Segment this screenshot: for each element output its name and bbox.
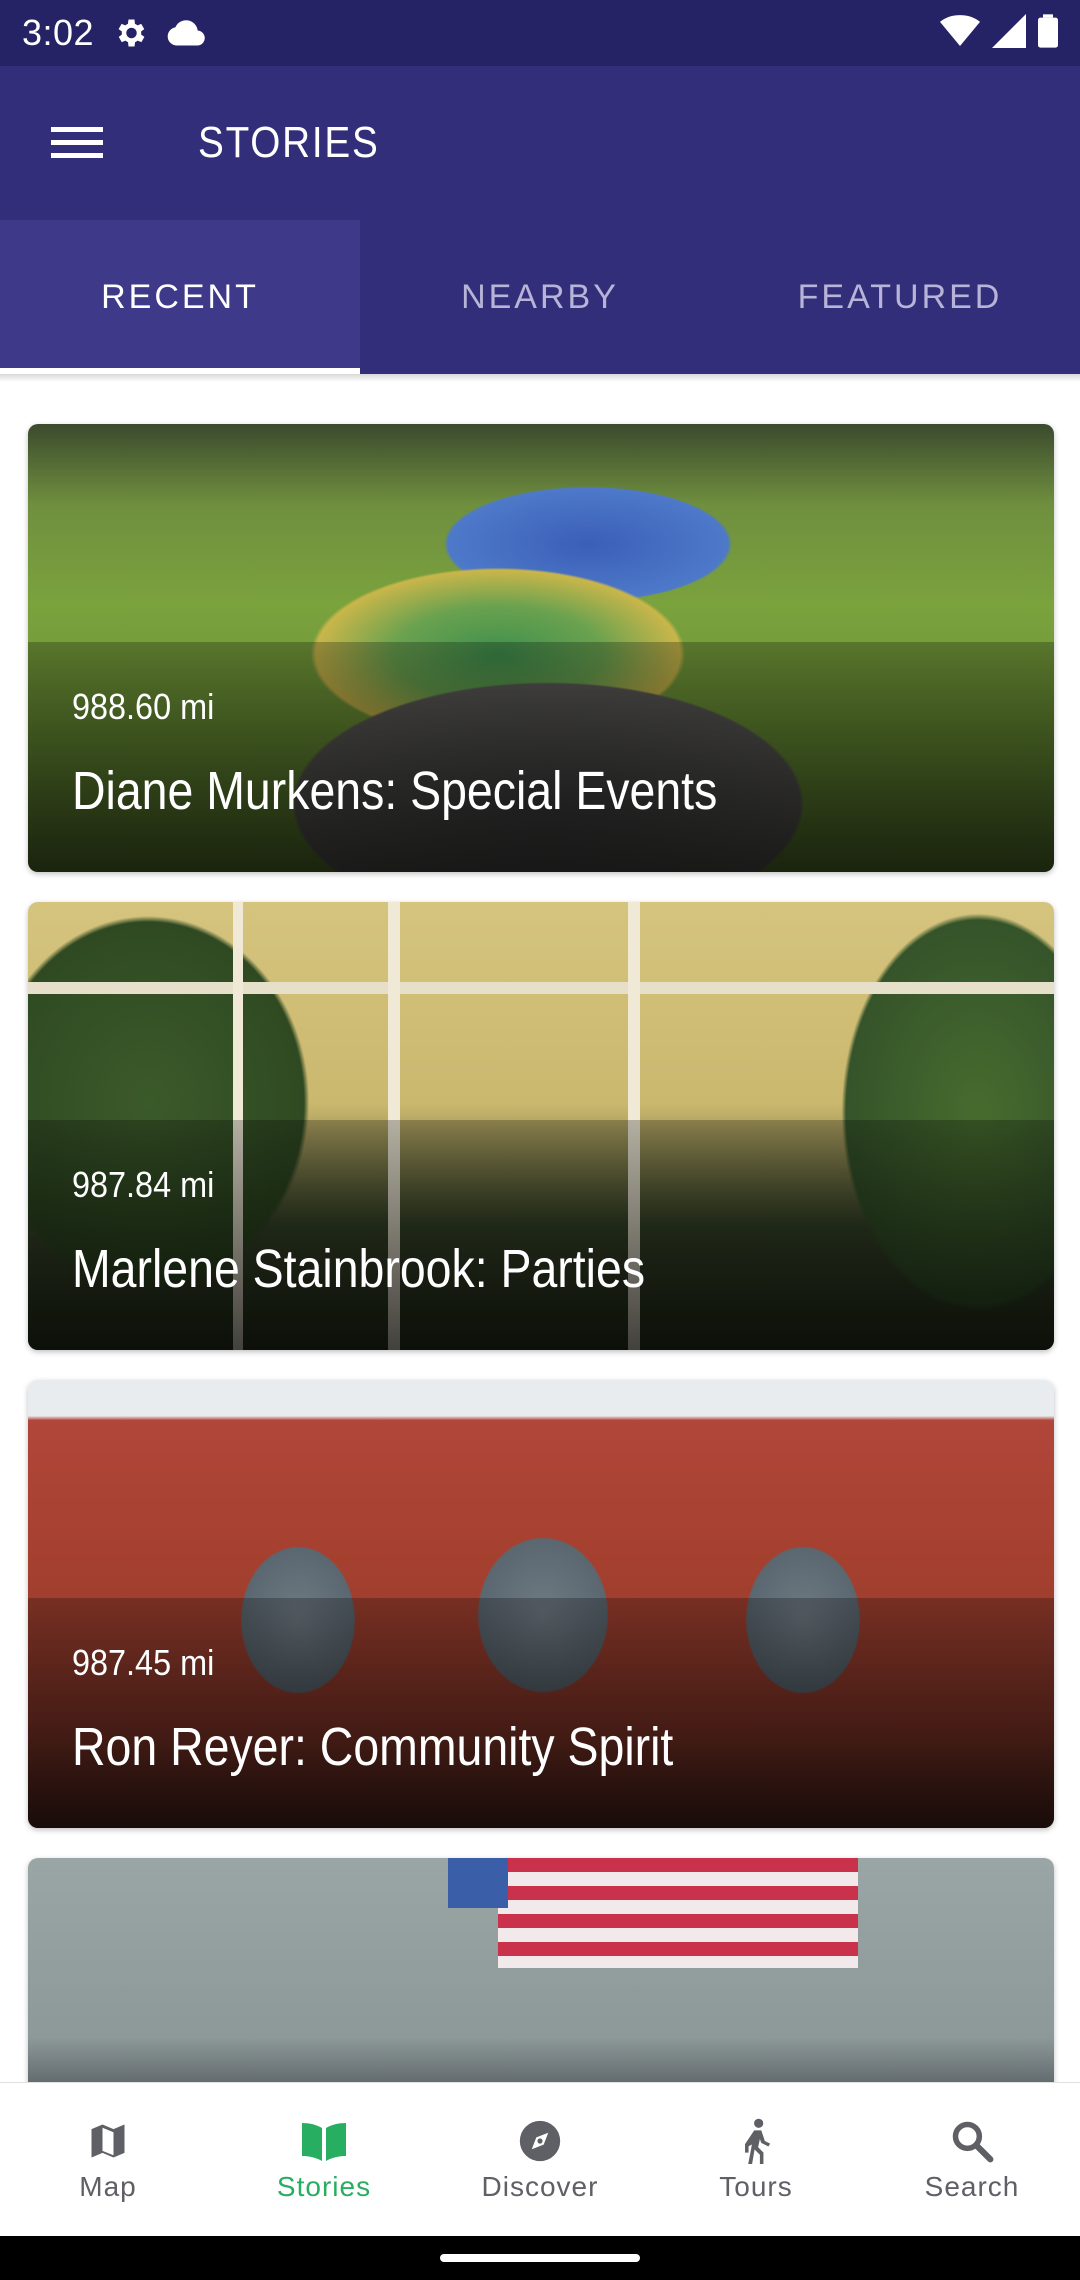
compass-icon: [518, 2117, 562, 2165]
wifi-icon: [940, 14, 980, 53]
tab-bar: RECENT NEARBY FEATURED: [0, 220, 1080, 374]
battery-icon: [1038, 13, 1058, 53]
signal-icon: [992, 13, 1026, 53]
story-title: Diane Murkens: Special Events: [72, 761, 718, 821]
tab-divider: [0, 374, 1080, 382]
story-distance: 987.45 mi: [72, 1642, 215, 1683]
nav-map[interactable]: Map: [0, 2083, 216, 2236]
photo-overlay: [28, 1120, 1054, 1350]
book-icon: [300, 2117, 348, 2165]
nav-stories-label: Stories: [276, 2170, 372, 2202]
story-card[interactable]: 988.60 mi Diane Murkens: Special Events: [28, 424, 1054, 872]
nav-discover[interactable]: Discover: [432, 2083, 648, 2236]
nav-search[interactable]: Search: [864, 2083, 1080, 2236]
story-card[interactable]: 987.45 mi Ron Reyer: Community Spirit: [28, 1380, 1054, 1828]
story-card[interactable]: [28, 1858, 1054, 2082]
menu-icon[interactable]: [0, 66, 154, 220]
story-photo: [28, 1858, 1054, 2082]
story-distance: 988.60 mi: [72, 686, 215, 727]
story-list: 988.60 mi Diane Murkens: Special Events …: [0, 382, 1080, 2082]
walking-icon: [738, 2117, 774, 2165]
photo-overlay: [28, 1598, 1054, 1828]
nav-tours[interactable]: Tours: [648, 2083, 864, 2236]
status-time: 3:02: [22, 12, 95, 53]
flag-graphic: [448, 1858, 508, 1908]
home-handle[interactable]: [440, 2254, 640, 2262]
story-title: Ron Reyer: Community Spirit: [72, 1717, 674, 1777]
story-card[interactable]: 987.84 mi Marlene Stainbrook: Parties: [28, 902, 1054, 1350]
tab-featured[interactable]: FEATURED: [720, 220, 1080, 374]
nav-stories[interactable]: Stories: [216, 2083, 432, 2236]
tab-nearby[interactable]: NEARBY: [360, 220, 720, 374]
page-title: STORIES: [198, 118, 380, 167]
nav-map-label: Map: [79, 2170, 137, 2202]
app-bar: STORIES: [0, 66, 1080, 220]
nav-tours-label: Tours: [719, 2170, 793, 2202]
story-distance: 987.84 mi: [72, 1164, 215, 1205]
cloud-icon: [166, 18, 206, 48]
search-icon: [950, 2117, 994, 2165]
story-title: Marlene Stainbrook: Parties: [72, 1239, 646, 1299]
map-icon: [85, 2117, 131, 2165]
system-gesture-bar: [0, 2236, 1080, 2280]
nav-search-label: Search: [924, 2170, 1020, 2202]
photo-overlay: [28, 642, 1054, 872]
nav-discover-label: Discover: [481, 2170, 599, 2202]
tab-recent[interactable]: RECENT: [0, 220, 360, 374]
gear-icon: [112, 15, 148, 51]
bottom-nav: Map Stories Discover Tours Search: [0, 2082, 1080, 2236]
status-bar: 3:02: [0, 0, 1080, 66]
